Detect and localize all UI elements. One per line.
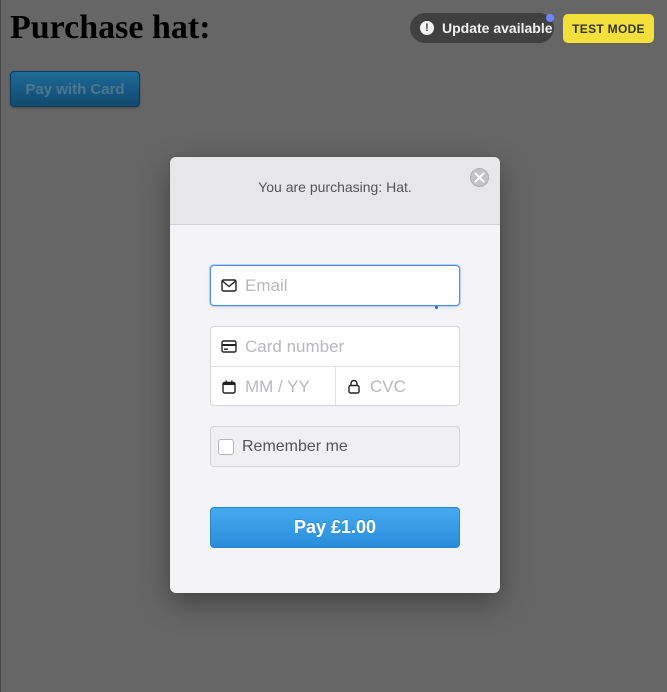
cvc-field[interactable] (336, 367, 459, 405)
cvc-input[interactable] (370, 376, 459, 397)
calendar-icon (221, 379, 237, 395)
lock-icon (346, 379, 362, 395)
email-input[interactable] (245, 275, 425, 296)
remember-me-label: Remember me (242, 437, 348, 455)
page-left-border (0, 0, 1, 692)
update-available-badge[interactable]: ! Update available (410, 13, 554, 43)
email-field[interactable] (210, 265, 460, 306)
close-icon (474, 172, 485, 183)
notification-dot (546, 14, 554, 22)
pay-button[interactable]: Pay £1.00 (210, 507, 460, 548)
checkout-modal: You are purchasing: Hat. Email Card numb… (170, 157, 500, 593)
update-available-label: Update available (442, 20, 553, 36)
expiry-input[interactable] (245, 376, 335, 397)
expiry-field[interactable] (211, 367, 336, 405)
card-number-field[interactable] (211, 327, 459, 367)
envelope-icon (221, 278, 237, 294)
credit-card-icon (221, 339, 237, 355)
pay-with-card-button[interactable]: Pay with Card (10, 71, 140, 107)
test-mode-badge: TEST MODE (563, 14, 654, 43)
remember-me-row[interactable]: Remember me (210, 426, 460, 467)
alert-circle-icon: ! (420, 21, 434, 35)
focus-indicator-dot (435, 306, 438, 309)
page-title: Purchase hat: (10, 9, 211, 46)
close-button[interactable] (470, 168, 489, 187)
purchase-description: You are purchasing: Hat. (258, 179, 412, 195)
modal-header: You are purchasing: Hat. (170, 157, 500, 225)
card-details-group (210, 326, 460, 406)
remember-me-checkbox[interactable] (218, 438, 234, 455)
card-number-input[interactable] (245, 336, 425, 357)
